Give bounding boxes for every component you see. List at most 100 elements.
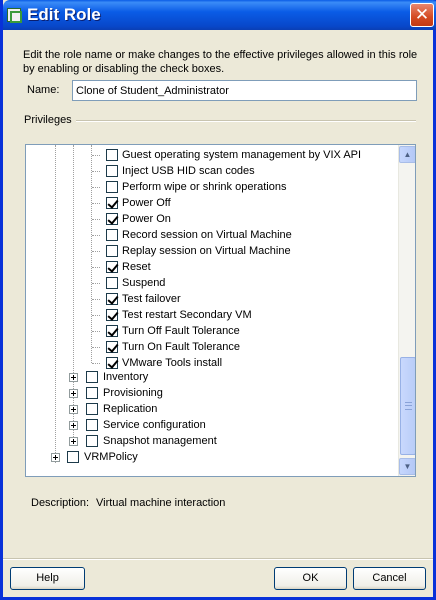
tree-item-label: Replication bbox=[103, 403, 158, 415]
window-title: Edit Role bbox=[27, 5, 101, 24]
tree-item-label: Record session on Virtual Machine bbox=[122, 229, 292, 241]
tree-item-group[interactable]: Provisioning bbox=[26, 385, 386, 401]
scrollbar-thumb[interactable] bbox=[400, 357, 415, 455]
tree-item-leaf[interactable]: Replay session on Virtual Machine bbox=[26, 243, 386, 259]
description-label: Description: bbox=[31, 497, 90, 509]
tree-connector-line bbox=[92, 251, 100, 252]
expand-icon[interactable] bbox=[69, 389, 78, 398]
tree-item-leaf[interactable]: Test failover bbox=[26, 291, 386, 307]
instructions-text: Edit the role name or make changes to th… bbox=[23, 49, 418, 75]
tree-connector-line bbox=[92, 347, 100, 348]
checkbox[interactable] bbox=[86, 371, 98, 383]
vsphere-app-icon bbox=[7, 8, 22, 23]
tree-item-leaf[interactable]: Reset bbox=[26, 259, 386, 275]
tree-item-vrmpolicy[interactable]: VRMPolicy bbox=[26, 449, 386, 465]
tree-item-label: Power Off bbox=[122, 197, 171, 209]
tree-connector-line bbox=[92, 203, 100, 204]
checkbox[interactable] bbox=[106, 261, 118, 273]
tree-item-label: Test restart Secondary VM bbox=[122, 309, 252, 321]
tree-item-leaf[interactable]: Test restart Secondary VM bbox=[26, 307, 386, 323]
help-button[interactable]: Help bbox=[10, 567, 85, 590]
checkbox[interactable] bbox=[106, 197, 118, 209]
scroll-down-button[interactable]: ▼ bbox=[399, 458, 415, 475]
tree-connector-line bbox=[92, 315, 100, 316]
tree-item-label: Turn Off Fault Tolerance bbox=[122, 325, 240, 337]
tree-item-label: Snapshot management bbox=[103, 435, 217, 447]
checkbox[interactable] bbox=[86, 387, 98, 399]
tree-item-leaf[interactable]: Turn On Fault Tolerance bbox=[26, 339, 386, 355]
tree-item-leaf[interactable]: Turn Off Fault Tolerance bbox=[26, 323, 386, 339]
expand-icon[interactable] bbox=[69, 437, 78, 446]
tree-connector-line bbox=[92, 267, 100, 268]
tree-item-group[interactable]: Snapshot management bbox=[26, 433, 386, 449]
checkbox[interactable] bbox=[106, 149, 118, 161]
name-label: Name: bbox=[27, 84, 60, 96]
tree-connector-line bbox=[92, 331, 100, 332]
checkbox[interactable] bbox=[106, 229, 118, 241]
title-bar[interactable]: Edit Role ✕ bbox=[3, 0, 436, 30]
privileges-tree[interactable]: Guest operating system management by VIX… bbox=[25, 144, 416, 477]
tree-item-leaf[interactable]: Perform wipe or shrink operations bbox=[26, 179, 386, 195]
cancel-button[interactable]: Cancel bbox=[353, 567, 426, 590]
tree-item-label: Turn On Fault Tolerance bbox=[122, 341, 241, 353]
edit-role-dialog: Edit Role ✕ Edit the role name or make c… bbox=[0, 0, 436, 600]
tree-connector-line bbox=[92, 235, 100, 236]
tree-connector-line bbox=[92, 187, 100, 188]
tree-item-label: Service configuration bbox=[103, 419, 206, 431]
tree-item-group[interactable]: Inventory bbox=[26, 369, 386, 385]
tree-connector-line bbox=[92, 155, 100, 156]
tree-connector-line bbox=[92, 283, 100, 284]
checkbox[interactable] bbox=[106, 213, 118, 225]
checkbox[interactable] bbox=[86, 435, 98, 447]
tree-item-leaf[interactable]: Power On bbox=[26, 211, 386, 227]
expand-icon[interactable] bbox=[51, 453, 60, 462]
checkbox[interactable] bbox=[106, 293, 118, 305]
ok-button[interactable]: OK bbox=[274, 567, 347, 590]
role-name-input[interactable] bbox=[72, 80, 417, 101]
tree-item-label: Reset bbox=[122, 261, 151, 273]
tree-connector-line bbox=[92, 299, 100, 300]
tree-item-group[interactable]: Replication bbox=[26, 401, 386, 417]
close-button[interactable]: ✕ bbox=[410, 3, 434, 27]
tree-item-label: Provisioning bbox=[103, 387, 163, 399]
tree-item-label: Replay session on Virtual Machine bbox=[122, 245, 291, 257]
tree-item-leaf[interactable]: Suspend bbox=[26, 275, 386, 291]
checkbox[interactable] bbox=[106, 341, 118, 353]
tree-item-label: Inject USB HID scan codes bbox=[122, 165, 255, 177]
tree-connector-line bbox=[92, 363, 100, 364]
scroll-up-button[interactable]: ▲ bbox=[399, 146, 415, 163]
tree-item-label: Suspend bbox=[122, 277, 166, 289]
tree-connector-line bbox=[92, 219, 100, 220]
description-value: Virtual machine interaction bbox=[96, 497, 226, 509]
checkbox[interactable] bbox=[106, 357, 118, 369]
tree-item-leaf[interactable]: Guest operating system management by VIX… bbox=[26, 147, 386, 163]
checkbox[interactable] bbox=[106, 181, 118, 193]
checkbox[interactable] bbox=[106, 325, 118, 337]
tree-item-leaf[interactable]: Power Off bbox=[26, 195, 386, 211]
expand-icon[interactable] bbox=[69, 421, 78, 430]
tree-item-leaf[interactable]: Record session on Virtual Machine bbox=[26, 227, 386, 243]
tree-item-label: Power On bbox=[122, 213, 171, 225]
privileges-divider bbox=[76, 120, 416, 122]
tree-item-label: VRMPolicy bbox=[84, 451, 138, 463]
tree-item-label: Guest operating system management by VIX… bbox=[122, 149, 362, 161]
tree-item-label: Test failover bbox=[122, 293, 181, 305]
tree-item-leaf[interactable]: Inject USB HID scan codes bbox=[26, 163, 386, 179]
vertical-scrollbar[interactable]: ▲ ▼ bbox=[398, 145, 415, 476]
privileges-label: Privileges bbox=[24, 114, 72, 126]
checkbox[interactable] bbox=[86, 403, 98, 415]
tree-item-group[interactable]: Service configuration bbox=[26, 417, 386, 433]
checkbox[interactable] bbox=[67, 451, 79, 463]
tree-item-label: Perform wipe or shrink operations bbox=[122, 181, 287, 193]
checkbox[interactable] bbox=[86, 419, 98, 431]
expand-icon[interactable] bbox=[69, 373, 78, 382]
grip-icon bbox=[405, 402, 412, 410]
expand-icon[interactable] bbox=[69, 405, 78, 414]
footer-divider bbox=[3, 558, 433, 560]
tree-item-label: Inventory bbox=[103, 371, 149, 383]
checkbox[interactable] bbox=[106, 165, 118, 177]
checkbox[interactable] bbox=[106, 245, 118, 257]
checkbox[interactable] bbox=[106, 277, 118, 289]
tree-connector-line bbox=[92, 171, 100, 172]
checkbox[interactable] bbox=[106, 309, 118, 321]
